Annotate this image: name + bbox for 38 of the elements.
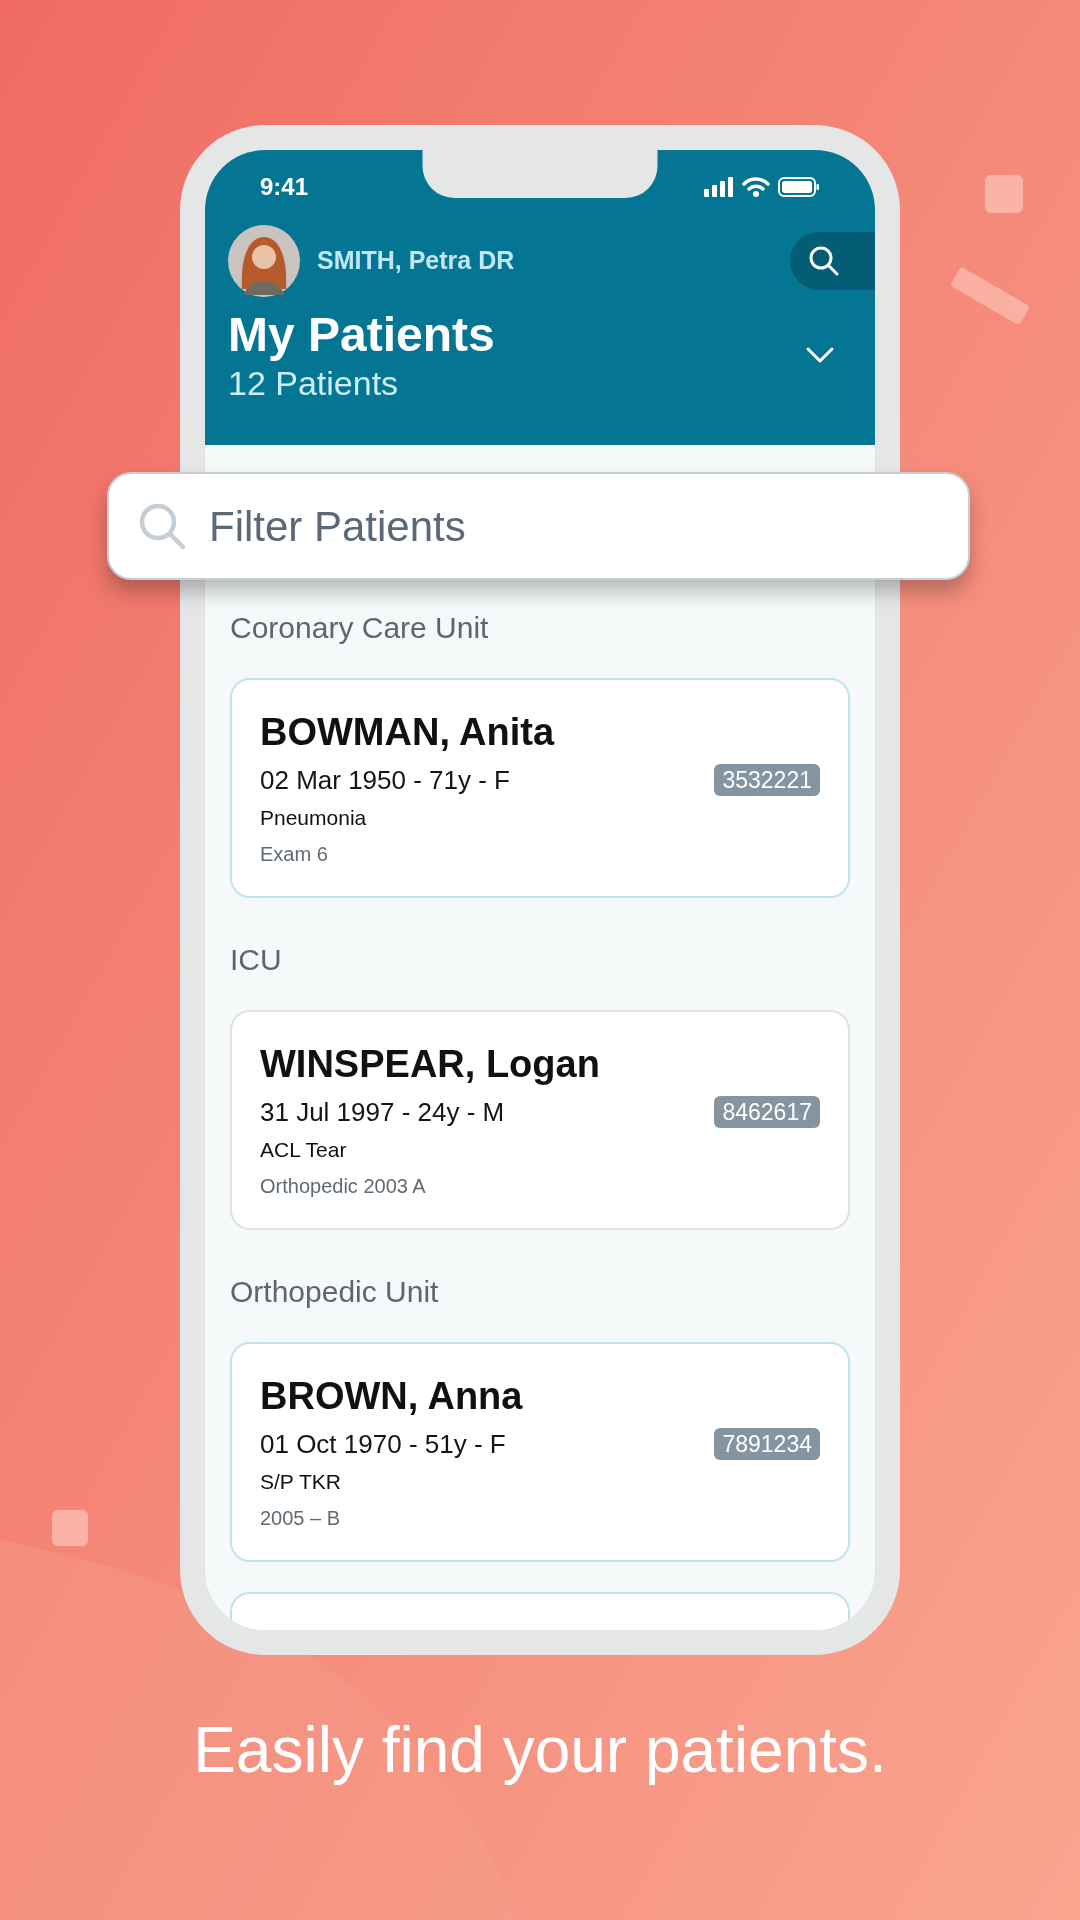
filter-input[interactable]: Filter Patients — [209, 494, 948, 558]
section-title: Orthopedic Unit — [230, 1274, 440, 1310]
patient-card[interactable]: BOWMAN, Anita 02 Mar 1950 - 71y - F 3532221 Pneumonia Exam 6 — [230, 678, 850, 898]
patient-name: BOWMAN, Anita — [260, 710, 556, 754]
diagnosis-text: ACL Tear — [260, 1137, 348, 1163]
patient-card[interactable]: BROWN, Anna 01 Oct 1970 - 51y - F 7891234 S/P TKR 2005 – B — [230, 1342, 850, 1562]
signal-icon — [704, 177, 734, 197]
chevron-down-icon[interactable] — [805, 346, 835, 364]
avatar — [228, 225, 300, 297]
status-time: 9:41 — [260, 172, 309, 202]
patient-name: WINSPEAR, Logan — [260, 1042, 601, 1086]
location-text: 2005 – B — [260, 1506, 342, 1531]
patient-name: BROWN, Anna — [260, 1374, 524, 1418]
section-title: Coronary Care Unit — [230, 610, 490, 646]
caption: Easily find your patients. — [192, 1713, 888, 1788]
patient-count: 12 Patients — [228, 363, 400, 403]
patient-card[interactable]: WINSPEAR, Logan 31 Jul 1997 - 24y - M 8462617 ACL Tear Orthopedic 2003 A — [230, 1010, 850, 1230]
user-name: SMITH, Petra DR — [317, 245, 515, 277]
section-title: ICU — [230, 942, 283, 978]
wifi-icon — [742, 177, 770, 197]
patient-details: 31 Jul 1997 - 24y - M — [260, 1096, 505, 1128]
diagnosis-text: S/P TKR — [260, 1469, 342, 1495]
search-icon — [808, 245, 840, 277]
confetti-square — [52, 1510, 88, 1546]
mrn-badge: 7891234 — [714, 1428, 820, 1460]
search-icon — [137, 501, 187, 551]
location-text: Orthopedic 2003 A — [260, 1174, 427, 1199]
diagnosis-text: Pneumonia — [260, 805, 368, 831]
confetti-square — [985, 175, 1023, 213]
patient-details: 02 Mar 1950 - 71y - F — [260, 764, 510, 796]
mrn-badge: 3532221 — [714, 764, 820, 796]
patient-details: 01 Oct 1970 - 51y - F — [260, 1428, 506, 1460]
search-button[interactable] — [790, 232, 875, 290]
filter-field[interactable]: Filter Patients — [107, 472, 970, 580]
page-title: My Patients — [228, 307, 495, 363]
battery-icon — [778, 177, 820, 197]
location-text: Exam 6 — [260, 842, 329, 867]
mrn-badge: 8462617 — [714, 1096, 820, 1128]
